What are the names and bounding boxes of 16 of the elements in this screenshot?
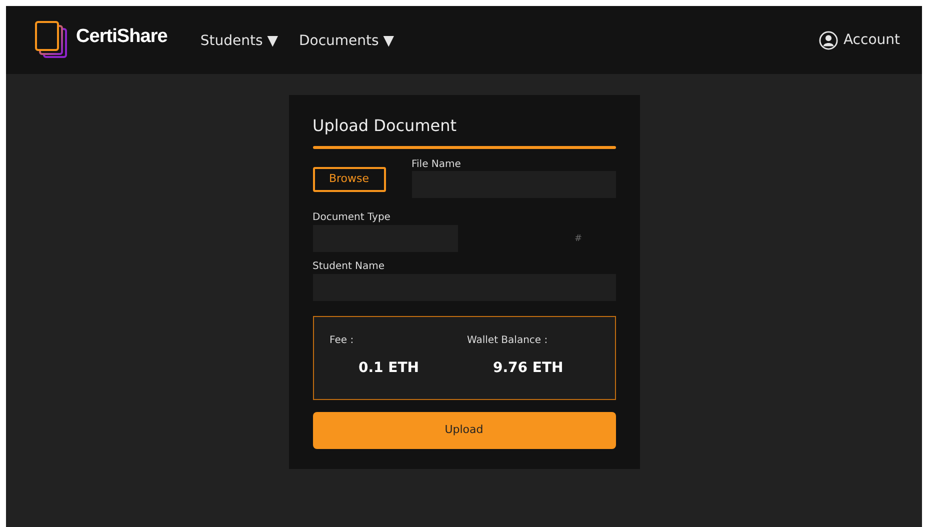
nav-menu[interactable]: Students ▼ <box>200 30 278 52</box>
browse-button[interactable]: Browse <box>312 167 386 192</box>
user-icon <box>819 30 838 50</box>
nav-menu[interactable]: Documents ▼ <box>298 30 394 52</box>
logo-icon <box>35 21 69 59</box>
field-label: Document Type <box>312 211 392 225</box>
balance-label: Wallet Balance : <box>467 334 549 348</box>
fee-value: 0.1 ETH <box>358 359 420 378</box>
balance-value: 9.76 ETH <box>493 359 564 378</box>
hash-mark: # <box>574 232 582 246</box>
field-label: File Name <box>412 158 462 171</box>
card-title: Upload Document <box>312 115 458 137</box>
account-link[interactable]: Account <box>819 30 900 50</box>
field-label: Student Name <box>312 260 386 274</box>
brand-name[interactable]: CertiShare <box>76 22 168 52</box>
upload-button[interactable]: Upload <box>312 412 616 449</box>
